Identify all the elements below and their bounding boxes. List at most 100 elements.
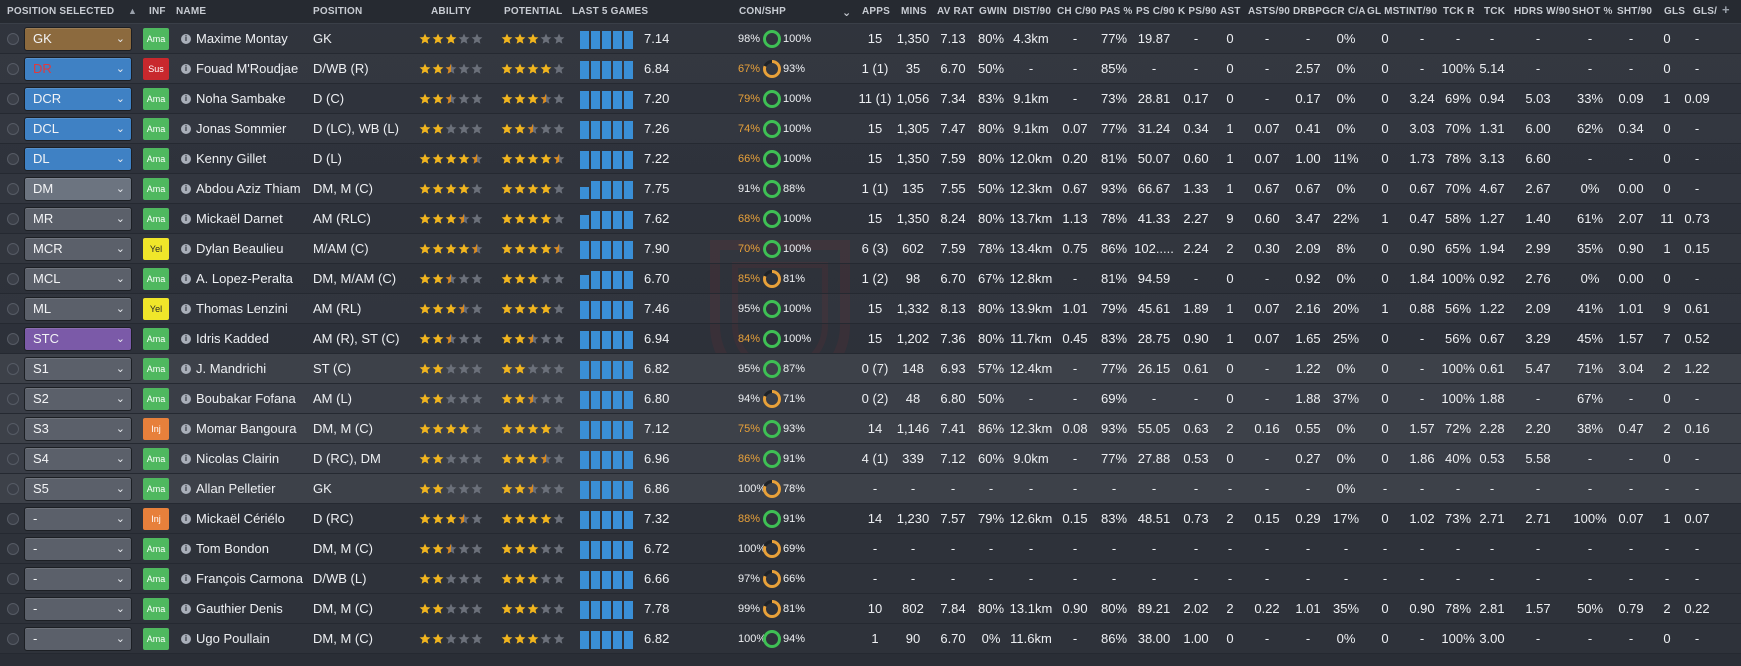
player-name[interactable]: Allan Pelletier [196,474,276,504]
player-name[interactable]: Gauthier Denis [196,594,283,624]
row-select-checkbox[interactable] [7,303,19,315]
chevron-down-icon[interactable]: ⌄ [842,6,851,19]
status-badge[interactable]: Ama [143,148,169,170]
header-asts90[interactable]: ASTS/90 [1248,6,1290,17]
table-row[interactable]: MR ⌄ Ama i Mickaël Darnet AM (RLC) 7.62 68% 100%… [0,204,1741,234]
position-select-dropdown[interactable]: MR ⌄ [24,207,132,231]
position-select-dropdown[interactable]: S1 ⌄ [24,357,132,381]
table-row[interactable]: GK ⌄ Ama i Maxime Montay GK 7.14 98% 100% 15 1,350… [0,24,1741,54]
header-glmst[interactable]: GL MST [1367,6,1406,17]
row-select-checkbox[interactable] [7,33,19,45]
player-name[interactable]: Idris Kadded [196,324,269,354]
position-select-dropdown[interactable]: S5 ⌄ [24,477,132,501]
status-badge[interactable]: Ama [143,178,169,200]
header-tck[interactable]: TCK [1484,6,1505,17]
position-select-dropdown[interactable]: DCL ⌄ [24,117,132,141]
header-potential[interactable]: POTENTIAL [504,6,562,17]
status-badge[interactable]: Yel [143,298,169,320]
row-select-checkbox[interactable] [7,153,19,165]
player-name[interactable]: Thomas Lenzini [196,294,288,324]
info-icon[interactable]: i [181,394,191,404]
table-row[interactable]: S1 ⌄ Ama i J. Mandrichi ST (C) 6.82 95% 87% 0 (7)… [0,354,1741,384]
position-select-dropdown[interactable]: MCR ⌄ [24,237,132,261]
position-select-dropdown[interactable]: S4 ⌄ [24,447,132,471]
table-row[interactable]: DL ⌄ Ama i Kenny Gillet D (L) 7.22 66% 100% 15 1,3… [0,144,1741,174]
player-name[interactable]: A. Lopez-Peralta [196,264,293,294]
row-select-checkbox[interactable] [7,183,19,195]
info-icon[interactable]: i [181,424,191,434]
position-select-dropdown[interactable]: - ⌄ [24,597,132,621]
info-icon[interactable]: i [181,454,191,464]
info-icon[interactable]: i [181,544,191,554]
row-select-checkbox[interactable] [7,93,19,105]
header-shotpct[interactable]: SHOT % [1572,6,1613,17]
position-select-dropdown[interactable]: S2 ⌄ [24,387,132,411]
status-badge[interactable]: Ama [143,208,169,230]
header-apps[interactable]: APPS [862,6,890,17]
row-select-checkbox[interactable] [7,63,19,75]
header-position[interactable]: POSITION [313,6,362,17]
info-icon[interactable]: i [181,304,191,314]
row-select-checkbox[interactable] [7,573,19,585]
status-badge[interactable]: Ama [143,328,169,350]
player-name[interactable]: Nicolas Clairin [196,444,279,474]
header-inf[interactable]: INF [149,6,166,17]
info-icon[interactable]: i [181,214,191,224]
table-row[interactable]: - ⌄ Ama i François Carmona D/WB (L) 6.66 97% 66%… [0,564,1741,594]
sort-arrow-icon[interactable]: ▲ [128,6,137,16]
row-select-checkbox[interactable] [7,603,19,615]
header-pas[interactable]: PAS % [1100,6,1133,17]
player-name[interactable]: Dylan Beaulieu [196,234,283,264]
table-row[interactable]: S4 ⌄ Ama i Nicolas Clairin D (RC), DM 6.96 86% 9… [0,444,1741,474]
status-badge[interactable]: Ama [143,268,169,290]
header-kps90[interactable]: K PS/90 [1178,6,1217,17]
row-select-checkbox[interactable] [7,393,19,405]
table-row[interactable]: S5 ⌄ Ama i Allan Pelletier GK 6.86 100% 78% - - - - -… [0,474,1741,504]
table-row[interactable]: - ⌄ Ama i Ugo Poullain DM, M (C) 6.82 100% 94% 1 9… [0,624,1741,654]
header-position-selected[interactable]: POSITION SELECTED [7,6,114,17]
row-select-checkbox[interactable] [7,123,19,135]
status-badge[interactable]: Ama [143,388,169,410]
add-column-icon[interactable]: + [1722,2,1730,17]
player-name[interactable]: François Carmona [196,564,303,594]
info-icon[interactable]: i [181,364,191,374]
header-int90[interactable]: INT/90 [1406,6,1437,17]
row-select-checkbox[interactable] [7,363,19,375]
status-badge[interactable]: Ama [143,628,169,650]
header-dist[interactable]: DIST/90 [1013,6,1051,17]
header-gls[interactable]: GLS [1664,6,1685,17]
header-last5[interactable]: LAST 5 GAMES [572,6,648,17]
table-row[interactable]: S2 ⌄ Ama i Boubakar Fofana AM (L) 6.80 94% 71% 0 … [0,384,1741,414]
info-icon[interactable]: i [181,64,191,74]
status-badge[interactable]: Sus [143,58,169,80]
player-name[interactable]: Mickaël Darnet [196,204,283,234]
player-name[interactable]: J. Mandrichi [196,354,266,384]
position-select-dropdown[interactable]: STC ⌄ [24,327,132,351]
header-crca[interactable]: CR C/A [1330,6,1366,17]
row-select-checkbox[interactable] [7,423,19,435]
position-select-dropdown[interactable]: - ⌄ [24,567,132,591]
info-icon[interactable]: i [181,274,191,284]
position-select-dropdown[interactable]: - ⌄ [24,627,132,651]
status-badge[interactable]: Ama [143,538,169,560]
position-select-dropdown[interactable]: DCR ⌄ [24,87,132,111]
info-icon[interactable]: i [181,154,191,164]
status-badge[interactable]: Ama [143,568,169,590]
info-icon[interactable]: i [181,334,191,344]
table-row[interactable]: DCR ⌄ Ama i Noha Sambake D (C) 7.20 79% 100% 11 (… [0,84,1741,114]
table-row[interactable]: - ⌄ Ama i Gauthier Denis DM, M (C) 7.78 99% 81% 1… [0,594,1741,624]
row-select-checkbox[interactable] [7,513,19,525]
player-name[interactable]: Boubakar Fofana [196,384,296,414]
table-row[interactable]: DCL ⌄ Ama i Jonas Sommier D (LC), WB (L) 7.26 7… [0,114,1741,144]
row-select-checkbox[interactable] [7,543,19,555]
status-badge[interactable]: Inj [143,508,169,530]
player-name[interactable]: Abdou Aziz Thiam [196,174,301,204]
position-select-dropdown[interactable]: DM ⌄ [24,177,132,201]
info-icon[interactable]: i [181,124,191,134]
row-select-checkbox[interactable] [7,273,19,285]
header-conshp[interactable]: CON/SHP [739,6,786,17]
table-row[interactable]: STC ⌄ Ama i Idris Kadded AM (R), ST (C) 6.94 84… [0,324,1741,354]
status-badge[interactable]: Ama [143,448,169,470]
position-select-dropdown[interactable]: DL ⌄ [24,147,132,171]
position-select-dropdown[interactable]: - ⌄ [24,507,132,531]
